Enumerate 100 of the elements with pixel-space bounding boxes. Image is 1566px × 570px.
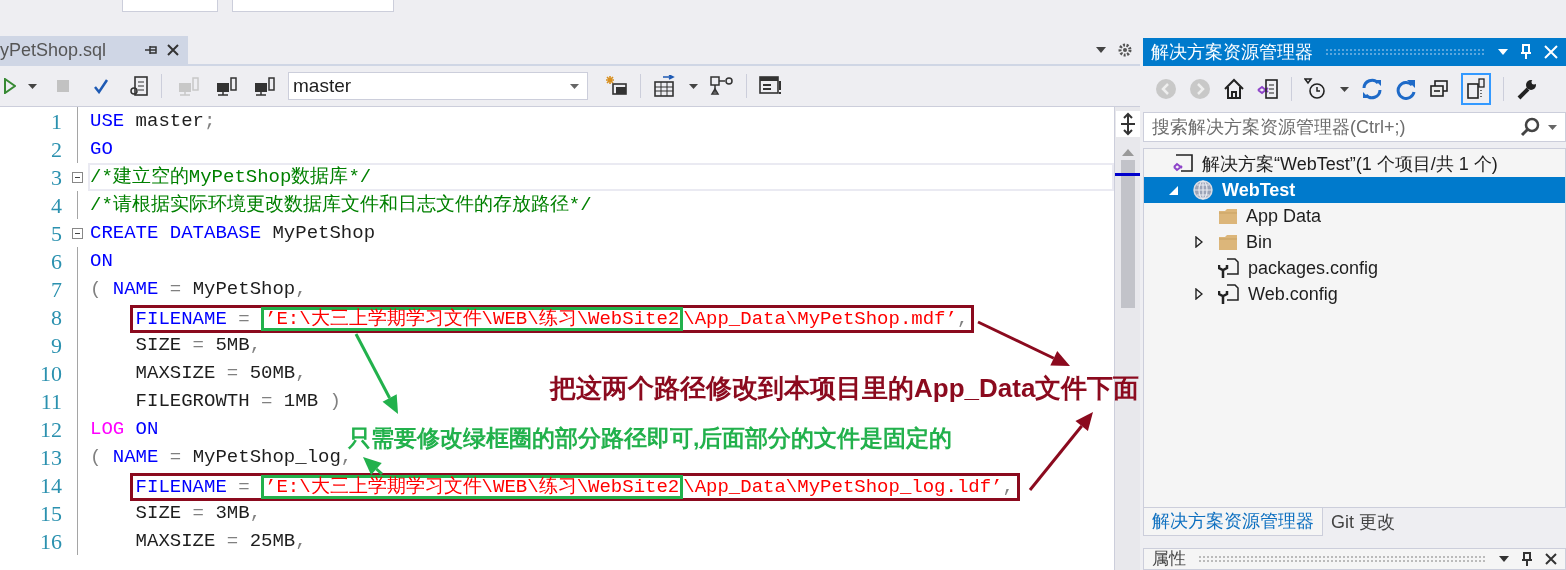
line-number: 11 [39,387,63,416]
globe-icon [1192,179,1214,201]
tree-item[interactable]: packages.config [1144,255,1565,281]
server-icon[interactable] [216,76,238,96]
results-icon[interactable] [759,75,783,97]
sql-keyword: FILENAME [135,475,227,499]
string-literal: ’E:\大三上学期学习文件\WEB\练习\WebSite2 [265,307,680,331]
identifier: 1MB [283,389,319,413]
panel-tab[interactable]: Git 更改 [1323,508,1403,536]
close-icon[interactable] [1545,553,1557,565]
string-literal: ’E:\大三上学期学习文件\WEB\练习\WebSite2 [265,475,680,499]
editor-tab[interactable]: yPetShop.sql [0,36,188,64]
history-icon[interactable] [1304,78,1328,100]
tree-item[interactable]: 解决方案“WebTest”(1 个项目/共 1 个) [1144,151,1565,177]
identifier: MyPetShop_log [192,445,341,469]
panel-tab[interactable]: 解决方案资源管理器 [1143,508,1323,536]
line-number: 3 [50,163,63,192]
run-icon[interactable] [4,78,16,94]
caret-icon [570,83,579,89]
config-file-icon [1218,257,1240,279]
code-punctuation: , [249,333,262,357]
identifier: 50MB [249,361,296,385]
collapse-icon[interactable] [71,227,83,239]
sync-icon[interactable] [1361,78,1383,100]
document-icon[interactable] [129,75,149,97]
annotation-text: 把这两个路径修改到本项目里的App_Data文件下面 [550,372,1140,404]
line-number: 15 [39,499,63,528]
panel-title: 解决方案资源管理器 [1151,40,1313,64]
files-icon [1466,78,1486,100]
identifier: MyPetShop [192,277,296,301]
line-number: 10 [39,359,63,388]
identifier: FILEGROWTH [135,389,250,413]
close-icon[interactable] [166,43,180,57]
caret-icon[interactable] [1548,124,1557,130]
code-punctuation: ; [204,109,216,133]
check-icon[interactable] [93,78,109,94]
code-punctuation: , [295,361,307,385]
identifier: MAXSIZE [135,529,216,553]
collapse-all-icon[interactable] [1429,79,1449,99]
caret-icon[interactable] [689,83,698,89]
code-comment: /*请根据实际环境更改数据库文件和日志文件的存放路径*/ [90,193,592,217]
solution-icon [1172,153,1194,175]
tree-item[interactable]: Bin [1144,229,1565,255]
caret-icon[interactable] [1096,47,1106,53]
string-literal: \App_Data\MyPetShop_log.ldf’ [683,475,1003,499]
wrench-icon[interactable] [1516,78,1538,100]
collapse-icon[interactable] [71,171,83,183]
code-punctuation: , [295,529,307,553]
server-icon[interactable] [254,76,276,96]
caret-icon[interactable] [28,83,37,89]
sql-keyword: ON [90,249,113,273]
scrollbar-thumb[interactable] [1120,160,1135,308]
settings-icon[interactable] [1118,43,1132,57]
identifier: MAXSIZE [135,361,216,385]
folder-icon [1218,207,1238,225]
database-dropdown[interactable]: master [288,72,588,100]
code-punctuation: ( [90,445,103,469]
pin-icon[interactable] [1521,552,1533,566]
search-field[interactable]: 搜索解决方案资源管理器(Ctrl+;) [1143,112,1566,142]
code-comment: /*建立空的MyPetShop数据库*/ [90,165,372,189]
diagram-icon[interactable] [710,75,734,97]
project-file-icon[interactable] [1257,78,1279,100]
code-punctuation: = [192,501,205,525]
pin-icon[interactable] [144,44,158,56]
code-punctuation: , [1002,475,1014,499]
line-number: 14 [39,471,63,500]
line-number: 16 [39,527,63,556]
code-punctuation: = [238,475,251,499]
tree-item[interactable]: App Data [1144,203,1565,229]
show-all-files-button[interactable] [1461,73,1491,105]
code-punctuation: = [226,529,240,553]
code-punctuation: ( [90,277,103,301]
line-number: 9 [50,331,63,360]
code-punctuation: = [169,277,183,301]
collapsed-arrow-icon[interactable] [1195,288,1203,300]
code-punctuation: = [169,445,183,469]
code-punctuation: ) [329,389,341,413]
split-icon[interactable] [1115,111,1140,137]
sql-keyword: USE [90,109,125,133]
query-options-icon[interactable] [604,75,628,97]
sql-keyword: CREATE DATABASE [90,221,262,245]
refresh-icon[interactable] [1395,78,1417,100]
caret-icon[interactable] [1340,86,1349,92]
caret-icon[interactable] [1499,556,1509,562]
home-icon[interactable] [1223,78,1245,100]
expanded-arrow-icon[interactable] [1168,185,1178,195]
string-literal: \App_Data\MyPetShop.mdf’ [683,307,957,331]
line-number: 12 [39,415,63,444]
sql-keyword: FILENAME [135,307,227,331]
tree-item[interactable]: WebTest [1144,177,1565,203]
search-icon[interactable] [1520,117,1540,137]
code-punctuation: , [295,277,307,301]
tree-item[interactable]: Web.config [1144,281,1565,307]
line-number: 8 [50,303,63,332]
config-file-icon [1218,283,1240,305]
sql-keyword: NAME [112,277,159,301]
identifier: 5MB [215,333,250,357]
collapsed-arrow-icon[interactable] [1195,236,1203,248]
table-icon[interactable] [653,75,677,97]
sql-keyword: NAME [112,445,159,469]
